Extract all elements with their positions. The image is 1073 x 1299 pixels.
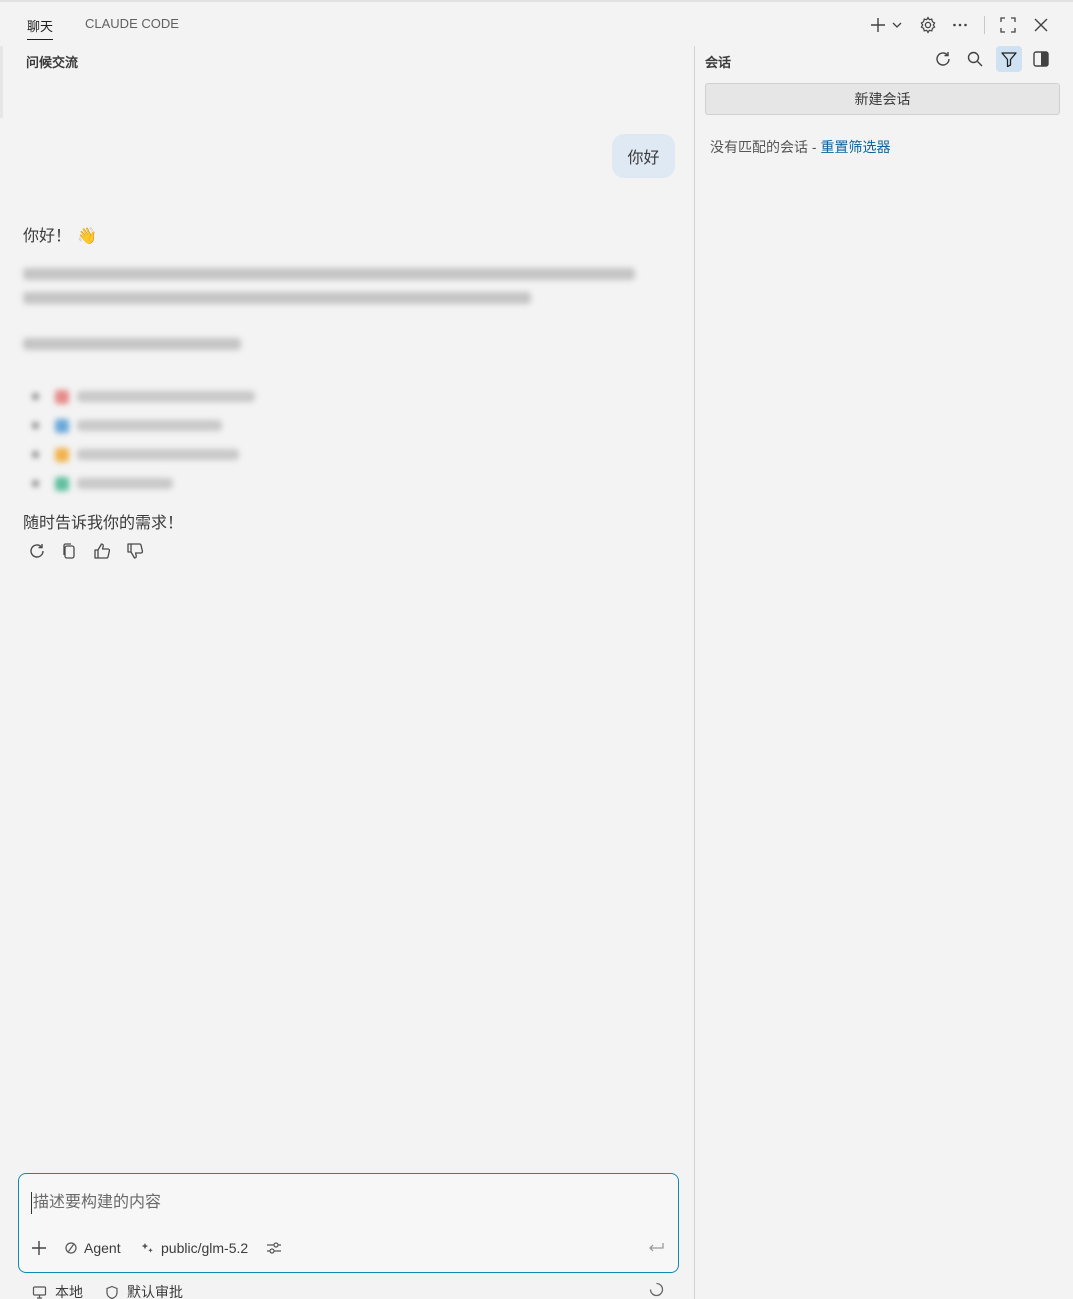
ai-closing-text: 随时告诉我你的需求！	[23, 515, 184, 532]
redacted-paragraph-2	[23, 338, 241, 350]
ai-greeting: 你好！ 👋	[23, 222, 97, 246]
tab-claude-code[interactable]: CLAUDE CODE	[85, 16, 179, 38]
close-icon[interactable]	[1030, 14, 1052, 36]
refresh-icon[interactable]	[25, 539, 49, 563]
ai-greeting-text: 你好！	[23, 228, 72, 245]
gear-icon[interactable]	[917, 14, 939, 36]
shield-icon	[105, 1285, 119, 1299]
top-bar: 聊天 CLAUDE CODE	[0, 0, 1073, 46]
refresh-icon[interactable]	[930, 46, 956, 72]
spinner-icon	[649, 1282, 664, 1297]
plus-icon[interactable]	[867, 14, 889, 36]
no-match-message: 没有匹配的会话 - 重置筛选器	[710, 137, 890, 157]
waving-hand-icon: 👋	[77, 228, 97, 245]
copy-icon[interactable]	[57, 539, 81, 563]
chevron-down-icon[interactable]	[889, 14, 905, 36]
settings-sliders-icon	[266, 1240, 282, 1256]
send-button[interactable]	[647, 1240, 671, 1256]
thumbs-up-icon[interactable]	[90, 539, 114, 563]
tab-chat[interactable]: 聊天	[27, 16, 54, 40]
search-icon[interactable]	[962, 46, 988, 72]
panel-icon[interactable]	[1028, 46, 1054, 72]
mode-label: Agent	[84, 1240, 121, 1256]
local-selector[interactable]: 本地	[32, 1282, 83, 1299]
reset-filter-link[interactable]: 重置筛选器	[820, 139, 890, 155]
model-icon	[141, 1241, 155, 1255]
more-icon[interactable]	[949, 14, 971, 36]
new-session-button[interactable]: 新建会话	[705, 83, 1060, 115]
redacted-paragraph-1	[23, 268, 635, 304]
sessions-title: 会话	[705, 55, 732, 70]
redacted-list	[32, 382, 255, 498]
local-label: 本地	[55, 1284, 83, 1299]
monitor-icon	[32, 1285, 47, 1299]
model-selector[interactable]: public/glm-5.2	[141, 1240, 248, 1256]
maximize-icon[interactable]	[997, 14, 1019, 36]
model-label: public/glm-5.2	[161, 1240, 249, 1256]
add-attachment-button[interactable]	[31, 1240, 53, 1256]
thumbs-down-icon[interactable]	[123, 539, 147, 563]
user-message-bubble: 你好	[612, 134, 675, 178]
left-edge-strip	[0, 46, 3, 118]
settings-sliders-button[interactable]	[266, 1240, 288, 1256]
agent-icon	[64, 1241, 78, 1255]
chat-input[interactable]	[31, 1192, 631, 1214]
chat-title: 问候交流	[26, 55, 79, 70]
plus-icon	[31, 1240, 47, 1256]
filter-icon[interactable]	[996, 46, 1022, 72]
chat-input-box: Agent public/glm-5.2	[18, 1173, 679, 1273]
approval-selector[interactable]: 默认审批	[105, 1282, 183, 1299]
user-message-text: 你好	[627, 150, 660, 167]
enter-icon	[647, 1240, 665, 1256]
mode-selector[interactable]: Agent	[64, 1240, 121, 1256]
toolbar-separator	[984, 16, 985, 34]
pane-divider[interactable]	[694, 46, 695, 1299]
chat-pane	[0, 46, 694, 1299]
approval-label: 默认审批	[127, 1284, 183, 1299]
no-match-text: 没有匹配的会话 -	[710, 139, 821, 155]
